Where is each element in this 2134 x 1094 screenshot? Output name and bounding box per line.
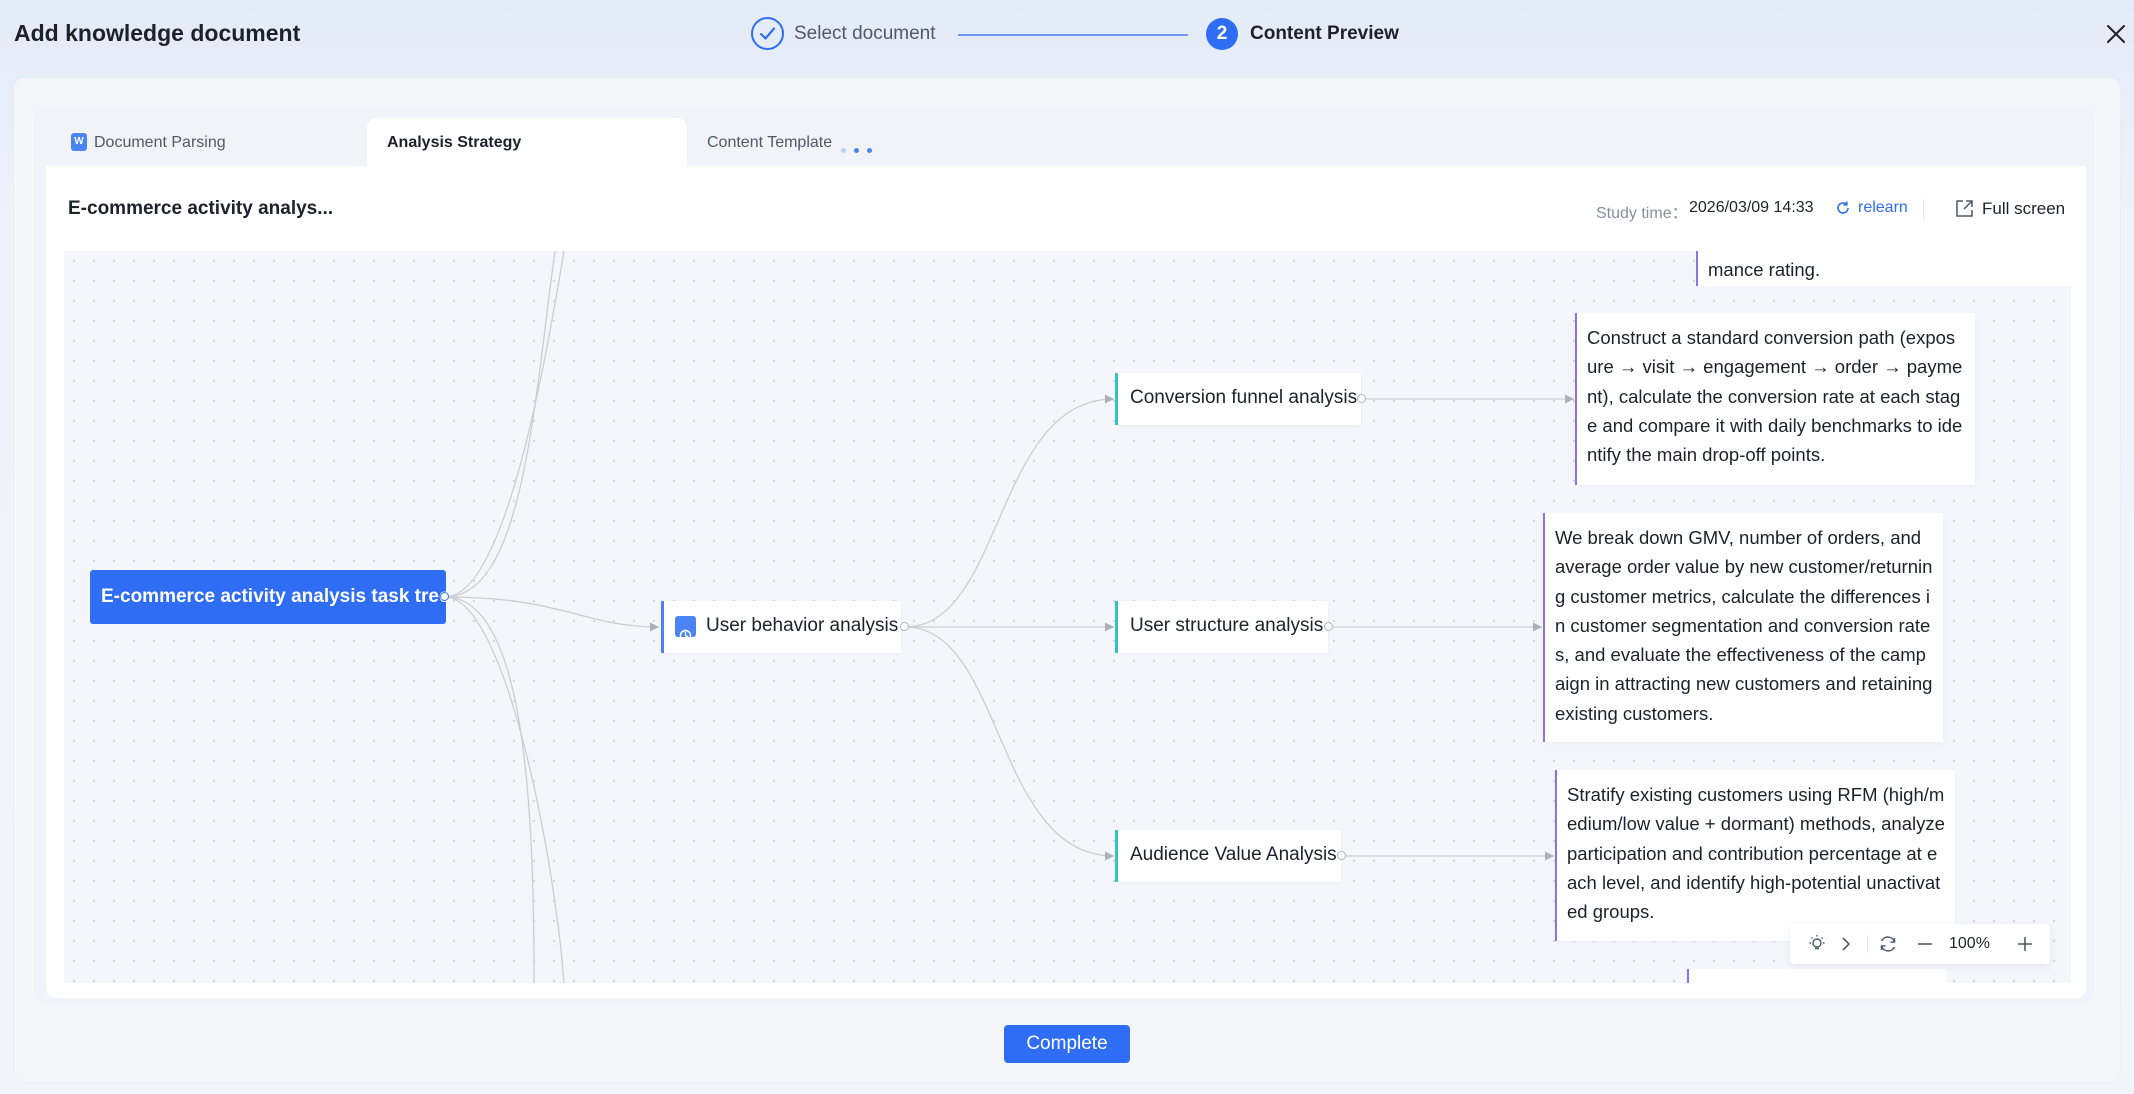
step-select-document: Select document xyxy=(794,23,936,44)
node-port xyxy=(900,622,909,631)
study-time-label: Study time： xyxy=(1596,205,1688,222)
full-screen-label: Full screen xyxy=(1982,199,2066,218)
step-done-check-icon xyxy=(751,17,784,50)
child-node-conversion-funnel[interactable]: Conversion funnel analysis xyxy=(1115,373,1361,425)
chevron-right-icon[interactable] xyxy=(1835,933,1857,955)
branch-node-label: User behavior analysis xyxy=(706,615,899,636)
word-doc-icon: W xyxy=(71,133,87,151)
dialog-header: Add knowledge document Select document 2… xyxy=(0,0,2134,70)
zoom-divider xyxy=(1867,935,1868,953)
root-node[interactable]: E-commerce activity analysis task tree xyxy=(90,570,450,624)
step-connector xyxy=(958,34,1188,36)
mind-map-canvas[interactable]: mance rating. E-commerce activity analys… xyxy=(64,251,2071,983)
zoom-in-icon[interactable] xyxy=(2014,933,2036,955)
loading-dots-icon xyxy=(841,140,880,158)
child-node-audience-value[interactable]: Audience Value Analysis xyxy=(1115,830,1341,882)
node-port xyxy=(440,592,449,601)
tab-label: Content Template xyxy=(707,134,833,151)
description-node-conversion-funnel[interactable]: Construct a standard conversion path (ex… xyxy=(1575,313,1975,485)
complete-button[interactable]: Complete xyxy=(1004,1025,1130,1063)
node-port xyxy=(1324,622,1333,631)
description-node-partial-bottom[interactable] xyxy=(1687,969,1947,983)
study-time-value: 2026/03/09 14:33 xyxy=(1689,199,1814,216)
description-node-audience-value[interactable]: Stratify existing customers using RFM (h… xyxy=(1555,770,1955,941)
node-port xyxy=(1337,851,1346,860)
step-number-badge: 2 xyxy=(1206,18,1238,50)
description-node-partial[interactable]: mance rating. xyxy=(1696,251,2071,286)
tab-content-template[interactable]: Content Template xyxy=(707,118,927,166)
close-icon[interactable] xyxy=(2103,21,2129,47)
zoom-out-icon[interactable] xyxy=(1914,933,1936,955)
tab-analysis-strategy[interactable]: Analysis Strategy xyxy=(367,118,687,166)
expand-icon xyxy=(1956,200,1973,217)
refresh-icon xyxy=(1837,201,1849,214)
description-node-user-structure[interactable]: We break down GMV, number of orders, and… xyxy=(1543,513,1943,742)
analysis-icon xyxy=(675,616,696,642)
document-title: E-commerce activity analys... xyxy=(68,198,334,219)
zoom-toolbar: 100% xyxy=(1790,924,2050,964)
toolbar-divider xyxy=(1923,199,1924,219)
child-node-user-structure[interactable]: User structure analysis xyxy=(1115,601,1328,653)
reset-view-icon[interactable] xyxy=(1877,933,1899,955)
tab-label: Analysis Strategy xyxy=(387,134,522,151)
zoom-level: 100% xyxy=(1949,935,1990,952)
tab-document-parsing[interactable]: W Document Parsing xyxy=(64,118,364,166)
light-bulb-icon[interactable] xyxy=(1806,933,1828,955)
tab-label: Document Parsing xyxy=(94,134,226,151)
step-content-preview: Content Preview xyxy=(1250,23,1399,44)
node-port xyxy=(1357,394,1366,403)
relearn-label: relearn xyxy=(1858,199,1908,216)
branch-node-user-behavior[interactable]: User behavior analysis xyxy=(661,601,901,653)
dialog-title: Add knowledge document xyxy=(14,20,301,46)
